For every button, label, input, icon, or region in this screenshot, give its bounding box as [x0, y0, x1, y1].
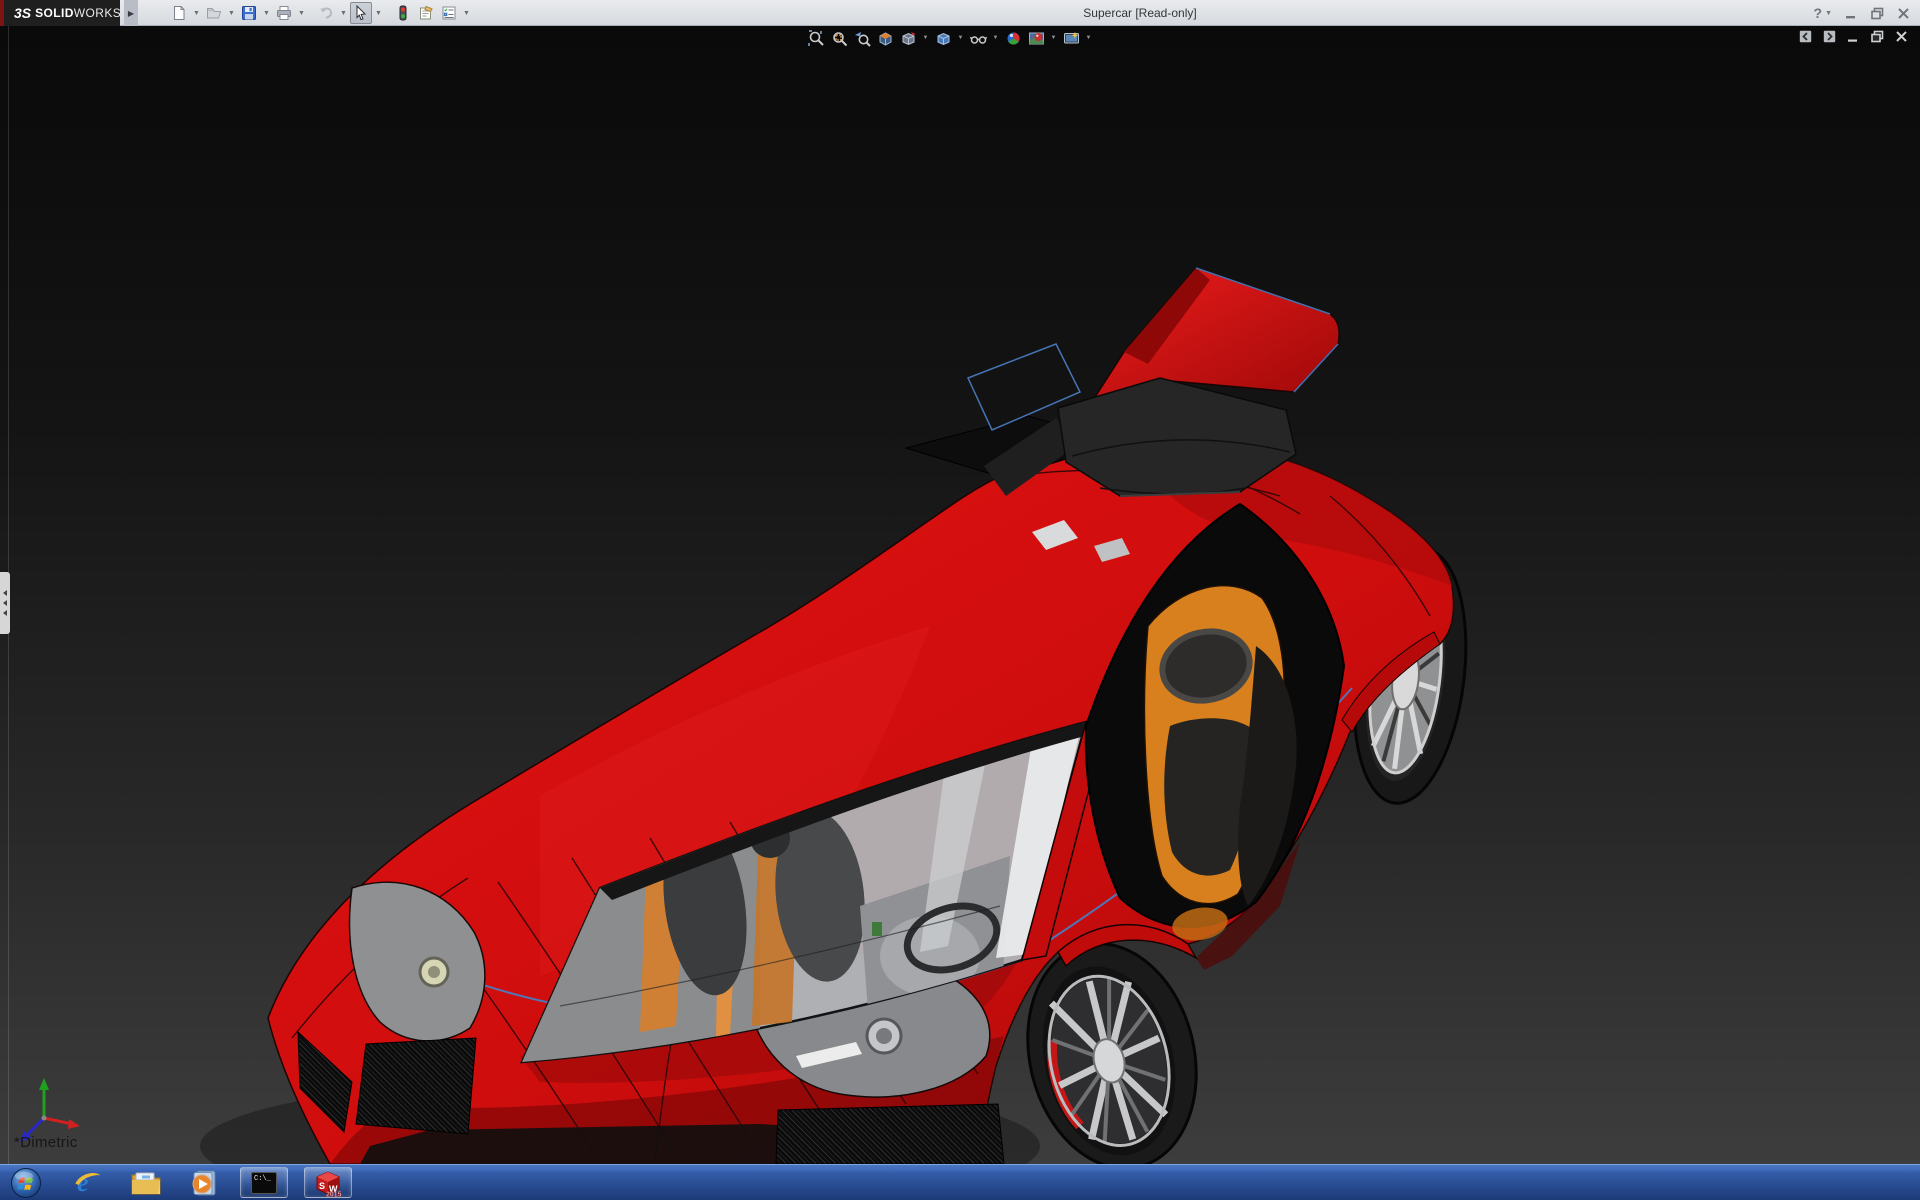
hide-show-items-dropdown-icon[interactable]: ▼ — [991, 35, 1000, 41]
start-button[interactable] — [8, 1166, 44, 1200]
view-orientation-label: *Dimetric — [14, 1134, 78, 1151]
view-orientation-dropdown-icon[interactable]: ▼ — [921, 35, 930, 41]
command-prompt-icon: C:\_ — [251, 1171, 277, 1194]
edit-appearance-button[interactable] — [1003, 28, 1023, 48]
open-button[interactable] — [203, 2, 225, 24]
heads-up-view-toolbar: ▼ ▼ ▼ ▼ ▼ — [806, 28, 1093, 48]
collapse-left-pane-button[interactable] — [1799, 30, 1812, 43]
doc-restore-button[interactable] — [1871, 30, 1884, 43]
doc-close-button[interactable] — [1895, 30, 1908, 43]
undo-dropdown-icon[interactable]: ▼ — [338, 2, 349, 24]
graphics-area[interactable]: ▼ ▼ ▼ ▼ ▼ *Dimetric — [0, 26, 1920, 1164]
options-dropdown-icon[interactable]: ▼ — [461, 2, 472, 24]
view-settings-button[interactable] — [1061, 28, 1081, 48]
right-grille — [775, 1103, 1005, 1164]
document-title: Supercar [Read-only] — [1083, 6, 1197, 20]
zoom-to-area-button[interactable] — [829, 28, 849, 48]
left-grille — [355, 1037, 477, 1135]
doc-minimize-button[interactable] — [1847, 30, 1860, 43]
solidworks-2015-icon: S W 2015 — [316, 1170, 342, 1197]
zoom-to-fit-button[interactable] — [806, 28, 826, 48]
rebuild-traffic-light-button[interactable] — [392, 2, 414, 24]
brand-works: WORKS — [73, 6, 122, 20]
new-document-button[interactable] — [168, 2, 190, 24]
solidworks-2015-button[interactable]: S W 2015 — [304, 1167, 352, 1198]
supercar-3d-model[interactable] — [0, 26, 1920, 1164]
file-properties-button[interactable] — [415, 2, 437, 24]
section-view-button[interactable] — [875, 28, 895, 48]
print-dropdown-icon[interactable]: ▼ — [296, 2, 307, 24]
svg-text:S: S — [319, 1181, 325, 1191]
print-button[interactable] — [273, 2, 295, 24]
expand-right-pane-button[interactable] — [1823, 30, 1836, 43]
select-button[interactable] — [350, 2, 372, 24]
command-prompt-button[interactable]: C:\_ — [240, 1167, 288, 1198]
save-dropdown-icon[interactable]: ▼ — [261, 2, 272, 24]
windows-taskbar: e C:\_ S W 2015 — [0, 1164, 1920, 1200]
windows-explorer-button[interactable] — [128, 1166, 164, 1200]
feature-manager-collapse-tab[interactable] — [0, 572, 10, 634]
internet-explorer-button[interactable]: e — [70, 1166, 106, 1200]
display-style-dropdown-icon[interactable]: ▼ — [956, 35, 965, 41]
3ds-logo-glyph: 3S — [14, 5, 32, 21]
options-button[interactable] — [438, 2, 460, 24]
previous-view-button[interactable] — [852, 28, 872, 48]
restore-button[interactable] — [1871, 7, 1884, 20]
view-orientation-button[interactable] — [898, 28, 918, 48]
brand-solid: SOLID — [35, 6, 74, 20]
menu-expand-arrow-icon[interactable]: ▶ — [124, 0, 138, 26]
undo-button[interactable] — [315, 2, 337, 24]
minimize-button[interactable] — [1845, 7, 1858, 20]
hide-show-items-button[interactable] — [968, 28, 988, 48]
solidworks-logo: 3S SOLID WORKS — [0, 0, 122, 26]
help-button[interactable]: ? ▼ — [1814, 5, 1833, 21]
menu-bar: 3S SOLID WORKS ▶ ▼ ▼ ▼ ▼ ▼ ▼ ▼ Supercar … — [0, 0, 1920, 26]
media-player-button[interactable] — [186, 1166, 222, 1200]
menubar-toolbar: ▼ ▼ ▼ ▼ ▼ ▼ ▼ — [168, 0, 472, 26]
new-dropdown-icon[interactable]: ▼ — [191, 2, 202, 24]
solidworks-window: 3S SOLID WORKS ▶ ▼ ▼ ▼ ▼ ▼ ▼ ▼ Supercar … — [0, 0, 1920, 1200]
select-dropdown-icon[interactable]: ▼ — [373, 2, 384, 24]
view-settings-dropdown-icon[interactable]: ▼ — [1084, 35, 1093, 41]
document-window-controls — [1799, 30, 1908, 43]
window-controls: ? ▼ — [1814, 0, 1911, 26]
svg-text:2015: 2015 — [326, 1191, 342, 1197]
apply-scene-button[interactable] — [1026, 28, 1046, 48]
display-style-button[interactable] — [933, 28, 953, 48]
save-button[interactable] — [238, 2, 260, 24]
open-dropdown-icon[interactable]: ▼ — [226, 2, 237, 24]
apply-scene-dropdown-icon[interactable]: ▼ — [1049, 35, 1058, 41]
close-button[interactable] — [1897, 7, 1910, 20]
help-dropdown-icon[interactable]: ▼ — [1825, 10, 1832, 17]
